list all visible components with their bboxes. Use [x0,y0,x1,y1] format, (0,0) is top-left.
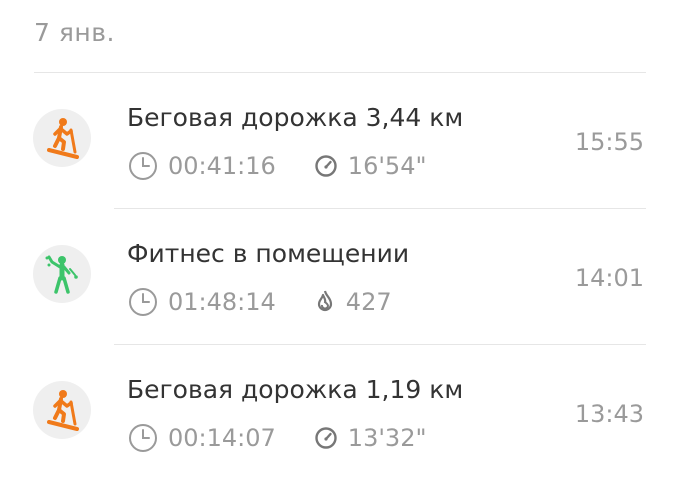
activity-title: Беговая дорожка 1,19 км [127,375,464,404]
activity-stats: 01:48:14 427 [128,287,392,317]
activity-stats: 00:41:16 16'54" [128,151,427,181]
activity-title: Беговая дорожка 3,44 км [127,103,464,132]
activity-time: 13:43 [574,400,644,428]
activity-time: 14:01 [574,264,644,292]
calories-value: 427 [345,288,392,316]
pace-icon [314,154,338,178]
duration-value: 00:41:16 [168,152,276,180]
activity-list: Беговая дорожка 3,44 км 00:41:16 16'54" … [0,73,680,481]
treadmill-icon [33,109,91,167]
activity-row-indoor-fitness[interactable]: Фитнес в помещении 01:48:14 427 14:01 [0,209,680,345]
pace-icon [314,426,338,450]
indoor-fitness-icon [33,245,91,303]
pace-value: 16'54" [347,152,427,180]
duration-value: 00:14:07 [168,424,276,452]
pace-value: 13'32" [347,424,427,452]
activity-row-treadmill-1[interactable]: Беговая дорожка 3,44 км 00:41:16 16'54" … [0,73,680,209]
calories-flame-icon [314,289,336,315]
clock-icon [128,287,158,317]
duration-value: 01:48:14 [168,288,276,316]
clock-icon [128,423,158,453]
treadmill-icon [33,381,91,439]
clock-icon [128,151,158,181]
activity-time: 15:55 [574,128,644,156]
activity-stats: 00:14:07 13'32" [128,423,427,453]
date-header: 7 янв. [34,18,115,47]
activity-row-treadmill-2[interactable]: Беговая дорожка 1,19 км 00:14:07 13'32" … [0,345,680,481]
activity-title: Фитнес в помещении [127,239,410,268]
